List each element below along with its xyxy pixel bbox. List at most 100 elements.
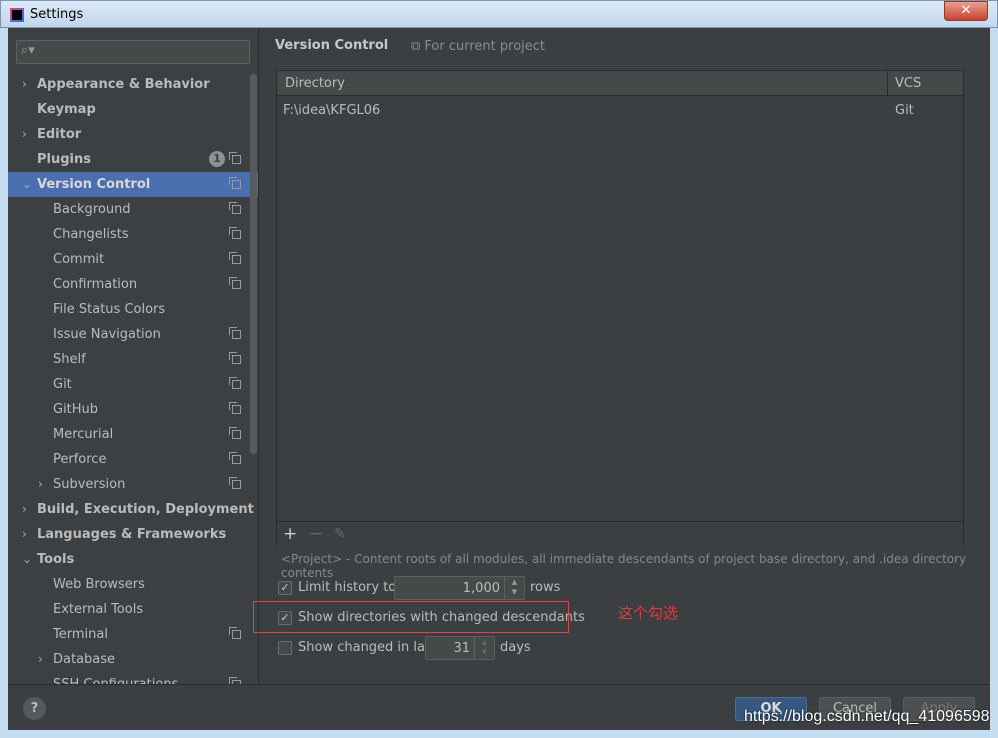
settings-search-input[interactable]: ⌕▾ bbox=[16, 40, 250, 64]
settings-dialog: ⌕▾ › Appearance & Behavior Keymap › Editor Pl… bbox=[8, 28, 990, 730]
vcs-mappings-table: Directory VCS F:\idea\KFGL06 Git + − ✎ bbox=[276, 70, 964, 546]
annotation-text: 这个勾选 bbox=[618, 604, 679, 622]
project-level-icon bbox=[229, 402, 241, 414]
column-header-directory[interactable]: Directory bbox=[285, 76, 345, 91]
sidebar-item-build-execution-deployment[interactable]: › Build, Execution, Deployment bbox=[8, 497, 258, 522]
chevron-right-icon[interactable]: › bbox=[22, 497, 27, 522]
sidebar-item-label: Terminal bbox=[53, 627, 108, 642]
chevron-right-icon[interactable]: › bbox=[22, 522, 27, 547]
sidebar-item-label: Editor bbox=[37, 127, 82, 142]
sidebar-item-label: Plugins bbox=[37, 152, 91, 167]
show-changed-spinner[interactable]: 31 ▲ ▼ bbox=[425, 636, 495, 660]
column-header-vcs[interactable]: VCS bbox=[895, 76, 921, 91]
sidebar-item-database[interactable]: › Database bbox=[8, 647, 258, 672]
sidebar-item-confirmation[interactable]: Confirmation bbox=[8, 272, 258, 297]
copy-icon: ⧉ bbox=[411, 39, 425, 54]
table-header: Directory VCS bbox=[277, 71, 963, 96]
sidebar-item-perforce[interactable]: Perforce bbox=[8, 447, 258, 472]
sidebar-item-label: File Status Colors bbox=[53, 302, 166, 317]
sidebar-item-github[interactable]: GitHub bbox=[8, 397, 258, 422]
limit-history-spinner[interactable]: 1,000 ▲ ▼ bbox=[394, 576, 525, 600]
help-button[interactable]: ? bbox=[23, 697, 46, 720]
title-bar: Settings ✕ bbox=[0, 0, 998, 28]
show-changed-checkbox[interactable] bbox=[278, 641, 292, 655]
scope-text: For current project bbox=[424, 39, 546, 54]
sidebar-item-commit[interactable]: Commit bbox=[8, 247, 258, 272]
sidebar-item-label: Web Browsers bbox=[53, 577, 145, 592]
sidebar-item-label: GitHub bbox=[53, 402, 99, 417]
project-level-icon bbox=[229, 152, 241, 164]
project-level-icon bbox=[229, 277, 241, 289]
sidebar-item-label: Git bbox=[53, 377, 72, 392]
sidebar-item-label: Build, Execution, Deployment bbox=[37, 502, 254, 517]
project-level-icon bbox=[229, 327, 241, 339]
add-button[interactable]: + bbox=[283, 524, 297, 544]
sidebar-item-subversion[interactable]: › Subversion bbox=[8, 472, 258, 497]
sidebar-item-shelf[interactable]: Shelf bbox=[8, 347, 258, 372]
cell-vcs: Git bbox=[895, 103, 914, 118]
chevron-right-icon[interactable]: › bbox=[22, 72, 27, 97]
sidebar-scrollbar[interactable] bbox=[250, 74, 257, 454]
spinner-arrows-icon[interactable]: ▲ ▼ bbox=[504, 577, 524, 599]
sidebar-item-label: Languages & Frameworks bbox=[37, 527, 227, 542]
rows-label: rows bbox=[530, 580, 561, 595]
chevron-down-icon[interactable]: ⌄ bbox=[22, 172, 32, 197]
sidebar-item-mercurial[interactable]: Mercurial bbox=[8, 422, 258, 447]
project-level-icon bbox=[229, 177, 241, 189]
project-level-icon bbox=[229, 427, 241, 439]
sidebar-item-label: Tools bbox=[37, 552, 75, 567]
sidebar-item-label: Keymap bbox=[37, 102, 96, 117]
sidebar-item-appearance-behavior[interactable]: › Appearance & Behavior bbox=[8, 72, 258, 97]
sidebar-item-background[interactable]: Background bbox=[8, 197, 258, 222]
sidebar-item-label: Changelists bbox=[53, 227, 129, 242]
project-level-icon bbox=[229, 252, 241, 264]
sidebar-item-version-control[interactable]: ⌄ Version Control bbox=[8, 172, 258, 197]
chevron-right-icon[interactable]: › bbox=[38, 472, 43, 497]
spinner-value: 31 bbox=[453, 641, 470, 656]
sidebar-item-editor[interactable]: › Editor bbox=[8, 122, 258, 147]
project-level-icon bbox=[229, 227, 241, 239]
project-level-icon bbox=[229, 352, 241, 364]
edit-button[interactable]: ✎ bbox=[334, 526, 346, 542]
project-level-icon bbox=[229, 477, 241, 489]
cell-directory: F:\idea\KFGL06 bbox=[283, 103, 381, 118]
sidebar-item-label: Commit bbox=[53, 252, 105, 267]
watermark: https://blog.csdn.net/qq_41096598 bbox=[744, 708, 990, 725]
sidebar-item-file-status-colors[interactable]: File Status Colors bbox=[8, 297, 258, 322]
sidebar-item-label: Confirmation bbox=[53, 277, 138, 292]
show-changed-label: Show changed in last bbox=[298, 640, 437, 655]
page-title: Version Control bbox=[275, 38, 389, 53]
chevron-right-icon[interactable]: › bbox=[38, 647, 43, 672]
window-title: Settings bbox=[30, 7, 84, 22]
sidebar-item-label: Version Control bbox=[37, 177, 151, 192]
sidebar-item-changelists[interactable]: Changelists bbox=[8, 222, 258, 247]
close-window-button[interactable]: ✕ bbox=[944, 1, 988, 21]
sidebar-item-label: Mercurial bbox=[53, 427, 114, 442]
sidebar-item-keymap[interactable]: Keymap bbox=[8, 97, 258, 122]
sidebar-item-git[interactable]: Git bbox=[8, 372, 258, 397]
sidebar-item-ssh-configurations[interactable]: SSH Configurations bbox=[8, 672, 258, 684]
divider bbox=[258, 28, 259, 684]
sidebar-item-label: Database bbox=[53, 652, 116, 667]
sidebar-item-tools[interactable]: ⌄ Tools bbox=[8, 547, 258, 572]
project-level-icon bbox=[229, 627, 241, 639]
limit-history-label: Limit history to: bbox=[298, 580, 401, 595]
remove-button[interactable]: − bbox=[309, 524, 323, 544]
limit-history-checkbox[interactable]: ✓ bbox=[278, 581, 292, 595]
sidebar-item-web-browsers[interactable]: Web Browsers bbox=[8, 572, 258, 597]
spinner-arrows-icon[interactable]: ▲ ▼ bbox=[474, 637, 494, 659]
spinner-value: 1,000 bbox=[462, 581, 500, 596]
chevron-right-icon[interactable]: › bbox=[22, 122, 27, 147]
settings-sidebar: ⌕▾ › Appearance & Behavior Keymap › Editor Pl… bbox=[8, 28, 258, 684]
sidebar-item-plugins[interactable]: Plugins 1 bbox=[8, 147, 258, 172]
search-icon: ⌕▾ bbox=[21, 43, 35, 58]
sidebar-item-issue-navigation[interactable]: Issue Navigation bbox=[8, 322, 258, 347]
sidebar-item-label: Issue Navigation bbox=[53, 327, 161, 342]
sidebar-item-languages-frameworks[interactable]: › Languages & Frameworks bbox=[8, 522, 258, 547]
sidebar-item-label: Shelf bbox=[53, 352, 86, 367]
chevron-down-icon[interactable]: ⌄ bbox=[22, 547, 32, 572]
project-level-icon bbox=[229, 377, 241, 389]
sidebar-item-terminal[interactable]: Terminal bbox=[8, 622, 258, 647]
sidebar-item-external-tools[interactable]: External Tools bbox=[8, 597, 258, 622]
days-label: days bbox=[500, 640, 531, 655]
